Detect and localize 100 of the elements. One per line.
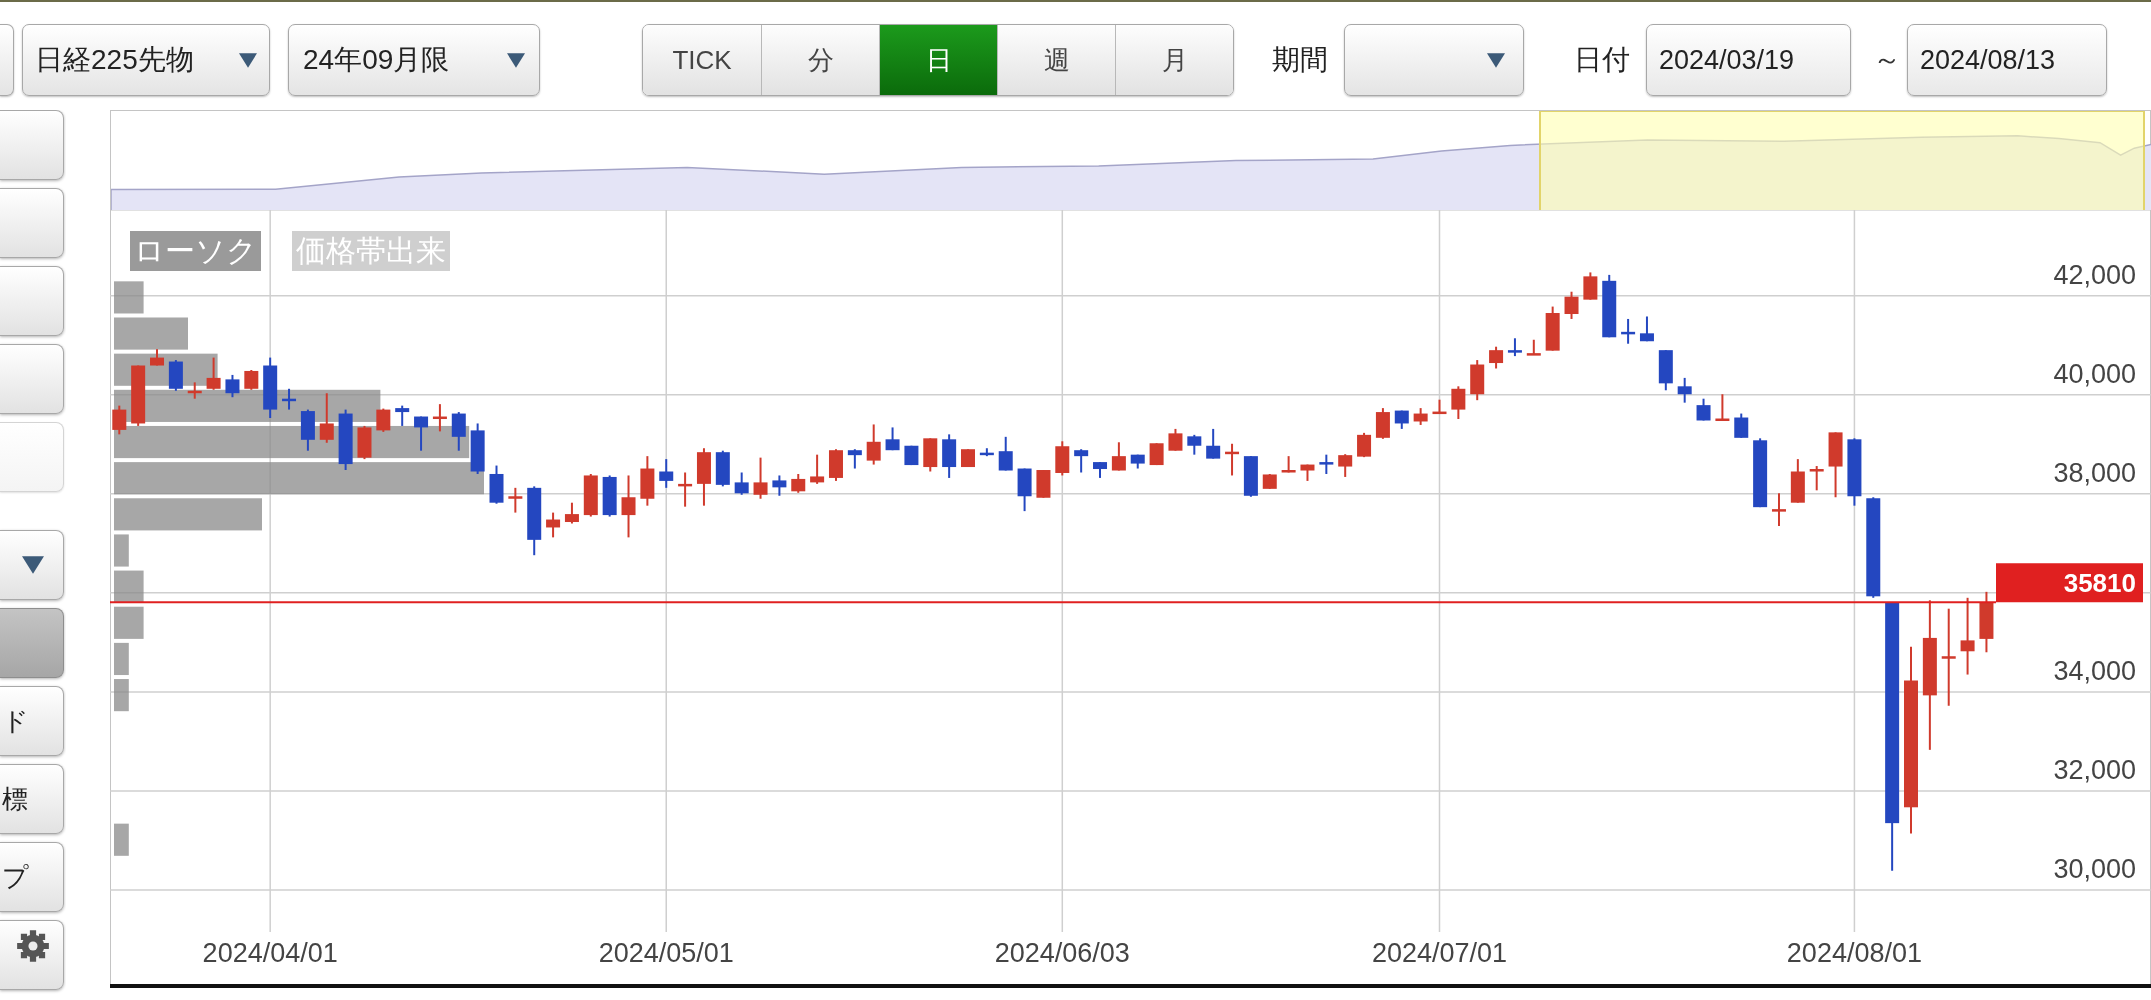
candlestick	[923, 437, 938, 473]
contract-month-dropdown[interactable]: 24年09月限	[288, 24, 540, 96]
candlestick	[998, 435, 1013, 472]
candlestick	[244, 368, 259, 391]
candlestick	[451, 411, 466, 452]
candlestick	[1036, 469, 1051, 499]
sidebar-button[interactable]	[0, 608, 64, 678]
settings-button[interactable]	[0, 920, 64, 990]
candlestick	[1281, 455, 1296, 474]
candlestick	[1319, 453, 1334, 475]
candlestick	[1507, 337, 1522, 358]
candlestick	[961, 448, 975, 469]
candlestick	[1470, 359, 1485, 402]
candlestick	[1394, 409, 1409, 430]
candlestick	[432, 403, 447, 433]
sidebar-button[interactable]: ド	[0, 686, 64, 756]
axis-label: 32,000	[2053, 754, 2136, 785]
toolbar-button[interactable]	[0, 24, 14, 96]
sidebar-button[interactable]	[0, 266, 64, 336]
sidebar-dropdown[interactable]	[0, 530, 64, 600]
candlestick	[150, 348, 164, 367]
candlestick	[1715, 393, 1730, 421]
sidebar-button[interactable]: 標	[0, 764, 64, 834]
candlestick	[527, 485, 542, 557]
candlestick	[1055, 440, 1070, 477]
sidebar-button[interactable]	[0, 110, 64, 180]
settings-icon	[15, 929, 50, 963]
candlestick	[1338, 453, 1353, 478]
candlestick	[1130, 453, 1145, 470]
candlestick	[131, 364, 146, 427]
ref-line-label: 35810	[2063, 568, 2136, 599]
candlestick	[678, 471, 693, 508]
interval-tab[interactable]: TICK	[643, 25, 761, 95]
candlestick	[1489, 345, 1504, 370]
sidebar-button[interactable]	[0, 188, 64, 258]
candlestick	[640, 455, 655, 507]
candlestick	[282, 387, 297, 411]
candlestick	[1225, 442, 1240, 477]
candlestick	[357, 424, 372, 461]
end-date-field[interactable]: 2024/08/13	[1907, 24, 2107, 96]
sidebar-button[interactable]: プ	[0, 842, 64, 912]
candlestick	[1979, 590, 1994, 654]
interval-tab[interactable]: 週	[997, 25, 1115, 95]
candlestick	[1187, 433, 1202, 456]
candlestick	[1093, 461, 1107, 479]
candlestick	[1696, 397, 1711, 422]
candlestick	[696, 447, 711, 507]
candlestick	[376, 407, 391, 433]
candlestick	[489, 464, 504, 505]
axis-label: 2024/05/01	[598, 938, 734, 968]
candlestick	[508, 486, 523, 514]
candlestick	[1602, 273, 1617, 339]
caret-icon	[239, 52, 257, 68]
interval-tab[interactable]: 月	[1115, 25, 1233, 95]
candlestick	[791, 473, 806, 494]
candlestick	[1809, 465, 1824, 492]
candlestick	[1583, 271, 1598, 301]
candlestick	[1017, 467, 1032, 513]
start-date-field[interactable]: 2024/03/19	[1646, 24, 1851, 96]
candlestick	[187, 381, 202, 400]
candlestick	[1413, 407, 1428, 426]
candlestick	[942, 433, 957, 479]
candlestick	[225, 373, 240, 399]
candlestick	[1074, 448, 1089, 474]
range-separator: ～	[1873, 43, 1901, 77]
candlestick	[866, 423, 881, 466]
candlestick	[112, 404, 127, 436]
candlestick	[1526, 338, 1541, 356]
symbol-dropdown[interactable]: 日経225先物	[22, 24, 270, 96]
candlestick	[1111, 441, 1126, 472]
candlestick	[621, 474, 636, 539]
axis-label: 42,000	[2053, 259, 2136, 290]
caret-icon	[21, 556, 44, 574]
candlestick	[1357, 431, 1372, 459]
date-label: 日付	[1574, 43, 1630, 77]
candlestick	[1772, 492, 1786, 527]
interval-tab[interactable]: 分	[761, 25, 879, 95]
candlestick	[847, 448, 862, 470]
candlestick	[772, 474, 787, 497]
axis-label: 2024/04/01	[202, 938, 338, 968]
candlestick	[753, 456, 768, 500]
candlestick	[546, 511, 561, 539]
interval-tab[interactable]: 日	[879, 25, 997, 95]
axis-label: 30,000	[2053, 854, 2136, 884]
candlestick	[1432, 398, 1447, 415]
candlestick	[1300, 463, 1315, 482]
axis-label: 2024/07/01	[1371, 938, 1508, 968]
candlestick	[319, 392, 334, 444]
candlestick	[1734, 412, 1749, 439]
candlestick	[1677, 376, 1692, 404]
candlestick	[885, 426, 900, 452]
axis-label: 38,000	[2053, 457, 2136, 488]
candlestick	[263, 356, 278, 419]
axis-label: 40,000	[2053, 358, 2136, 389]
candlestick	[659, 458, 674, 489]
candlestick	[300, 408, 315, 452]
sidebar-button[interactable]	[0, 344, 64, 414]
period-dropdown[interactable]	[1344, 24, 1524, 96]
caret-icon	[507, 52, 525, 68]
candlestick	[734, 471, 749, 496]
